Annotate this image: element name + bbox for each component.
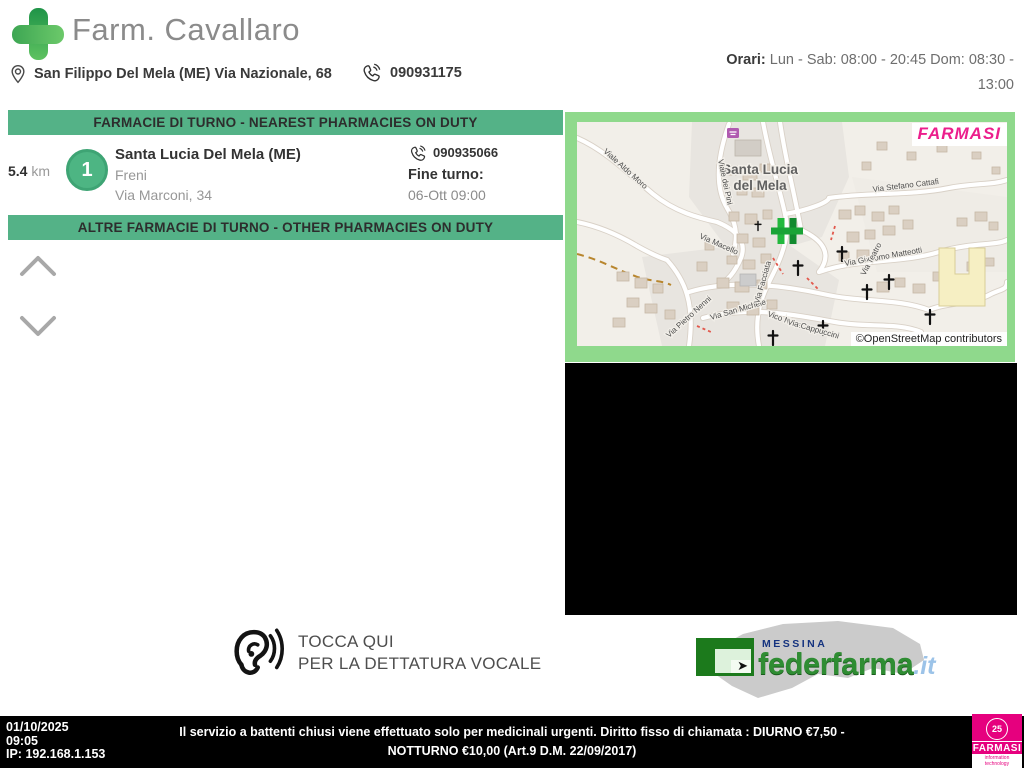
opening-hours-value: Lun - Sab: 08:00 - 20:45 Dom: 08:30 - 13… <box>770 52 1014 93</box>
pharmacy-cross-logo <box>10 6 66 62</box>
location-pin-icon <box>8 64 28 84</box>
entry-street: Via Marconi, 34 <box>115 185 301 205</box>
pharmacy-phone-row: 090931175 <box>360 62 462 84</box>
nearest-pharmacies-header: FARMACIE DI TURNO - NEAREST PHARMACIES O… <box>93 115 477 130</box>
farmasi-footer-logo: 25 FARMASI information technology <box>972 714 1022 768</box>
footer-bar: 01/10/2025 09:05 IP: 192.168.1.153 Il se… <box>0 716 1024 768</box>
pharmacy-entry: 5.4 km 1 Santa Lucia Del Mela (ME) Freni… <box>8 135 563 215</box>
shop-poi-icon <box>727 128 739 138</box>
footer-date: 01/10/2025 <box>6 721 105 735</box>
other-pharmacies-header: ALTRE FARMACIE DI TURNO - OTHER PHARMACI… <box>78 220 494 235</box>
distance-value: 5.4 <box>8 163 27 179</box>
opening-hours-label: Orari: <box>726 52 766 68</box>
footer-ip: IP: 192.168.1.153 <box>6 748 105 762</box>
svg-text:Santa Lucia: Santa Lucia <box>722 162 798 177</box>
footer-time: 09:05 <box>6 735 105 749</box>
pharmacy-address-row: San Filippo Del Mela (ME) Via Nazionale,… <box>8 64 332 84</box>
distance: 5.4 km <box>8 163 50 179</box>
kiosk-screen: Farm. Cavallaro San Filippo Del Mela (ME… <box>0 0 1024 768</box>
footer-system-info: 01/10/2025 09:05 IP: 192.168.1.153 <box>6 721 105 762</box>
page-title: Farm. Cavallaro <box>72 12 300 48</box>
end-of-duty-time: 06-Ott 09:00 <box>408 185 498 205</box>
opening-hours: Orari: Lun - Sab: 08:00 - 20:45 Dom: 08:… <box>696 48 1014 98</box>
farmasi-tagline: information technology <box>972 754 1022 768</box>
map-image: Santa Lucia del Mela Viale Aldo Moro Via… <box>577 122 1007 346</box>
footer-notice: Il servizio a battenti chiusi viene effe… <box>152 723 872 761</box>
voice-dictation-button[interactable]: TOCCA QUI PER LA DETTATURA VOCALE <box>226 622 541 684</box>
federfarma-logo: ➤ MESSINA federfarma.it <box>688 616 928 706</box>
entry-locality: Freni <box>115 165 301 185</box>
scroll-down-button[interactable] <box>18 312 58 340</box>
osm-attribution: ©OpenStreetMap contributors <box>851 332 1007 346</box>
phone-icon <box>408 144 427 163</box>
pharmacy-phone: 090931175 <box>390 65 462 81</box>
map-canvas: Santa Lucia del Mela Viale Aldo Moro Via… <box>577 122 1007 346</box>
svg-text:del Mela: del Mela <box>733 178 787 193</box>
distance-unit: km <box>31 163 50 179</box>
ear-listening-icon <box>226 622 284 684</box>
rank-badge: 1 <box>66 149 108 191</box>
video-area <box>565 363 1017 615</box>
scroll-up-button[interactable] <box>18 252 58 280</box>
end-of-duty-label: Fine turno: <box>408 165 498 185</box>
federfarma-tld: .it <box>913 652 935 680</box>
pharmacy-address: San Filippo Del Mela (ME) Via Nazionale,… <box>34 66 332 82</box>
federfarma-wordmark: federfarma <box>758 646 913 681</box>
farmasi-map-watermark: FARMASI <box>912 123 1008 146</box>
nearest-pharmacies-header-bar: FARMACIE DI TURNO - NEAREST PHARMACIES O… <box>8 110 563 135</box>
entry-phone: 090935066 <box>433 143 498 163</box>
federfarma-mark-icon: ➤ <box>696 638 754 676</box>
map-container: Santa Lucia del Mela Viale Aldo Moro Via… <box>565 112 1015 362</box>
phone-icon <box>360 62 382 84</box>
entry-name: Santa Lucia Del Mela (ME) <box>115 145 301 165</box>
voice-dictation-label: TOCCA QUI PER LA DETTATURA VOCALE <box>298 631 541 675</box>
other-pharmacies-header-bar: ALTRE FARMACIE DI TURNO - OTHER PHARMACI… <box>8 215 563 240</box>
farmasi-25-badge: 25 <box>986 718 1008 740</box>
